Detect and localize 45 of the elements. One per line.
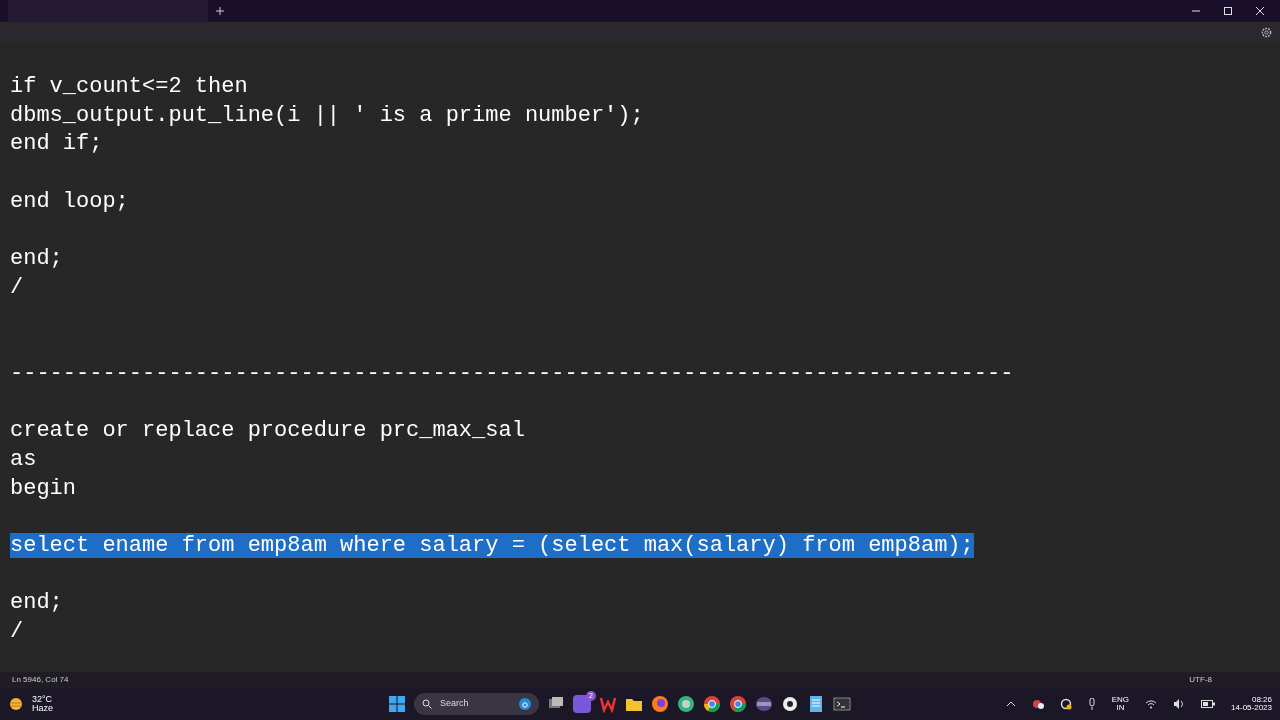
code-line: end; [10,590,63,616]
battery-icon[interactable] [1201,700,1216,708]
code-line: end loop; [10,188,129,214]
code-line: dbms_output.put_line(i || ' is a prime number'); [10,102,644,128]
encoding: UTF-8 [1189,674,1212,686]
volume-icon[interactable] [1173,699,1186,709]
app-icon[interactable] [755,695,773,713]
cursor-position: Ln 5946, Col 74 [12,674,69,686]
maximize-icon[interactable] [1224,7,1232,15]
code-line: if v_count<=2 then [10,74,248,99]
code-line: / [10,619,24,645]
temperature: 32°C [32,695,53,704]
minimize-icon[interactable] [1192,7,1200,15]
code-line: end if; [10,131,103,157]
wifi-icon[interactable] [1145,699,1158,709]
browser-icon[interactable] [651,695,669,713]
browser-icon[interactable] [729,695,747,713]
notepad-icon[interactable] [807,695,825,713]
app-icon[interactable] [781,695,799,713]
region-indicator[interactable]: IN [1111,704,1130,712]
plus-icon[interactable] [216,7,224,15]
code-line: / [10,274,24,300]
microphone-icon[interactable] [1087,698,1096,710]
close-icon[interactable] [1256,7,1264,15]
terminal-icon[interactable] [833,695,851,713]
weather-icon [8,697,24,711]
sync-icon[interactable] [1059,698,1072,710]
language-indicator[interactable]: ENG [1111,696,1130,704]
chat-icon[interactable] [573,695,591,713]
browser-icon[interactable] [703,695,721,713]
settings-icon[interactable] [1261,26,1272,38]
search-icon [422,699,432,709]
code-line: as [10,446,37,472]
code-line: ---------------------------------------------------------------------------- [10,360,1014,386]
weather-condition: Haze [32,704,53,713]
windows-start-icon[interactable] [388,695,406,713]
clock-time[interactable]: 08:26 [1231,696,1272,704]
browser-icon[interactable] [677,695,695,713]
code-line: end; [10,246,63,272]
code-line: begin [10,475,76,501]
chevron-up-icon[interactable] [1005,701,1016,707]
code-line: create or replace procedure prc_max_sal [10,418,525,444]
search-field[interactable]: Search [414,693,539,715]
clock-date[interactable]: 14-05-2023 [1231,704,1272,712]
office-icon[interactable] [599,695,617,713]
